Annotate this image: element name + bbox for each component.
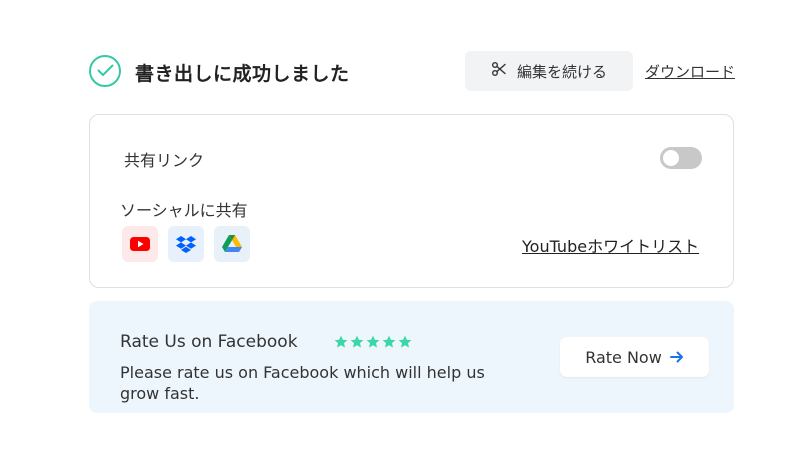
social-share-label: ソーシャルに共有 [120, 201, 248, 220]
rate-card: Rate Us on Facebook Please rate us on Fa… [89, 301, 734, 413]
share-link-label: 共有リンク [124, 151, 205, 170]
star-icon [334, 335, 348, 348]
dropbox-icon[interactable] [168, 226, 204, 262]
continue-editing-button[interactable]: 編集を続ける [465, 51, 633, 91]
star-rating [334, 335, 412, 349]
scissors-icon [491, 61, 507, 81]
toggle-knob [663, 150, 679, 166]
rate-now-button[interactable]: Rate Now [560, 337, 709, 377]
export-success-panel: 書き出しに成功しました 編集を続ける ダウンロード 共有リンク ソーシャルに共有 [0, 0, 799, 450]
download-link[interactable]: ダウンロード [645, 61, 735, 82]
share-card: 共有リンク ソーシャルに共有 YouTubeホワイトリスト [89, 114, 734, 288]
social-icons-row [122, 226, 250, 262]
rate-now-label: Rate Now [585, 347, 662, 367]
star-icon [398, 335, 412, 348]
arrow-right-icon [669, 348, 684, 367]
page-title: 書き出しに成功しました [135, 63, 350, 85]
header: 書き出しに成功しました 編集を続ける ダウンロード [89, 51, 735, 91]
share-link-toggle[interactable] [660, 147, 702, 169]
continue-editing-label: 編集を続ける [516, 62, 607, 81]
star-icon [382, 335, 396, 348]
rate-description: Please rate us on Facebook which will he… [120, 363, 485, 403]
youtube-icon[interactable] [122, 226, 158, 262]
star-icon [350, 335, 364, 348]
star-icon [366, 335, 380, 348]
success-check-icon [89, 55, 121, 87]
google-drive-icon[interactable] [214, 226, 250, 262]
rate-title: Rate Us on Facebook [120, 332, 298, 352]
youtube-whitelist-link[interactable]: YouTubeホワイトリスト [522, 233, 699, 257]
